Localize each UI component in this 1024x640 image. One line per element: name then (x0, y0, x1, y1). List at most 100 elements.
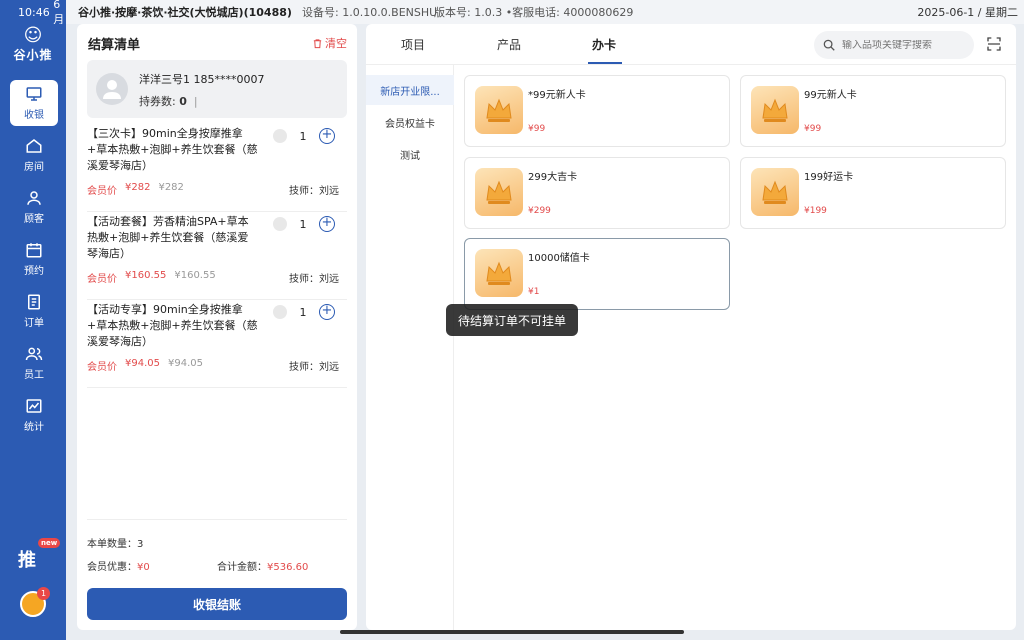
order-item-price: 会员价 ¥160.55 ¥160.55 (87, 270, 216, 285)
toast-message: 待结算订单不可挂单 (446, 304, 578, 336)
sidebar-item-orders[interactable]: 订单 (10, 288, 58, 334)
membership-card[interactable]: 99元新人卡 ¥99 (740, 75, 1006, 147)
order-item-price: 会员价 ¥94.05 ¥94.05 (87, 358, 203, 373)
original-price: ¥94.05 (168, 358, 203, 369)
quantity-value: 1 (299, 305, 307, 319)
sidebar-item-label: 预约 (24, 266, 44, 277)
order-item[interactable]: 【三次卡】90min全身按摩推拿+草本热敷+泡脚+养生饮套餐（慈溪爱琴海店） 1… (87, 126, 347, 212)
sidebar-item-staff[interactable]: 员工 (10, 340, 58, 386)
card-price: ¥299 (528, 206, 551, 216)
minus-icon[interactable] (273, 305, 287, 319)
membership-card[interactable]: 199好运卡 ¥199 (740, 157, 1006, 229)
member-coupons: 持券数: 0 | (139, 95, 198, 108)
plus-icon[interactable]: + (319, 216, 335, 232)
staff-icon (25, 347, 43, 361)
plus-icon[interactable]: + (319, 304, 335, 320)
order-item[interactable]: 【活动套餐】芳香精油SPA+草本热敷+泡脚+养生饮套餐（慈溪爱琴海店） 1 + … (87, 214, 347, 300)
total-amount: 合计金额：¥536.60 (217, 558, 308, 573)
card-price: ¥199 (804, 206, 827, 216)
checkout-pay-button[interactable]: 收银结账 (87, 588, 347, 620)
order-item-price: 会员价 ¥282 ¥282 (87, 182, 184, 197)
sidebar-item-appointments[interactable]: 预约 (10, 236, 58, 282)
status-date: 2025-06-1 / 星期二 (917, 6, 1018, 19)
technician[interactable]: 技师：刘远 (289, 270, 339, 285)
crown-icon (751, 86, 799, 134)
original-price: ¥282 (158, 182, 184, 193)
order-item-name: 【三次卡】90min全身按摩推拿+草本热敷+泡脚+养生饮套餐（慈溪爱琴海店） (87, 127, 258, 172)
tab-services[interactable]: 项目 (401, 36, 425, 53)
technician[interactable]: 技师：刘远 (289, 182, 339, 197)
quantity-value: 1 (299, 129, 307, 143)
crown-icon (475, 249, 523, 297)
sidebar-item-label: 员工 (24, 370, 44, 381)
total-label: 合计金额： (217, 562, 267, 573)
card-name: *99元新人卡 (528, 90, 586, 101)
sidebar-item-label: 统计 (24, 422, 44, 433)
status-time: 10:46 6月 (0, 0, 66, 26)
scan-icon[interactable] (986, 36, 1002, 52)
sidebar-item-customers[interactable]: 顾客 (10, 184, 58, 230)
search-icon (823, 39, 835, 51)
checkout-title: 结算清单 (88, 38, 141, 53)
clear-label: 清空 (325, 37, 347, 50)
member-price-label: 会员价 (87, 362, 117, 373)
total-value: ¥536.60 (267, 562, 309, 573)
search-box[interactable] (814, 31, 974, 59)
membership-card[interactable]: *99元新人卡 ¥99 (464, 75, 730, 147)
minus-icon[interactable] (273, 217, 287, 231)
monitor-icon (26, 87, 42, 101)
home-indicator[interactable] (340, 630, 684, 634)
checkout-panel: 结算清单 清空 洋洋三号1 185****0007 持券数: 0 | 【三次卡】… (77, 24, 357, 630)
sidebar-item-rooms[interactable]: 房间 (10, 132, 58, 178)
minus-icon[interactable] (273, 129, 287, 143)
sidebar-item-label: 收银 (24, 110, 44, 121)
category-item[interactable]: 测试 (366, 139, 454, 169)
coupon-label: 持券数: (139, 95, 176, 108)
card-price: ¥99 (528, 124, 546, 134)
member-price: ¥282 (125, 182, 151, 193)
plus-icon[interactable]: + (319, 128, 335, 144)
tab-cards[interactable]: 办卡 (592, 36, 616, 53)
order-count-label: 本单数量： (87, 539, 137, 550)
category-list: 新店开业限... 会员权益卡 测试 (366, 65, 454, 630)
quantity-stepper: 1 + (273, 304, 335, 320)
logo-text: 谷小推 (13, 48, 53, 62)
device-id: 设备号: 1.0.10.0.BENSHU (302, 6, 438, 19)
sidebar-item-label: 顾客 (24, 214, 44, 225)
discount-label: 会员优惠： (87, 562, 137, 573)
catalog-tabs: 项目 产品 办卡 (366, 24, 1016, 65)
membership-card[interactable]: 10000储值卡 ¥1 (464, 238, 730, 310)
home-icon (26, 139, 42, 153)
technician[interactable]: 技师：刘远 (289, 358, 339, 373)
sidebar-item-label: 房间 (24, 162, 44, 173)
crown-icon (475, 168, 523, 216)
category-item[interactable]: 会员权益卡 (366, 107, 454, 137)
store-name: 谷小推·按摩·茶饮·社交(大悦城店)(10488) (78, 6, 292, 19)
order-item[interactable]: 【活动专享】90min全身按推拿+草本热敷+泡脚+养生饮套餐（慈溪爱琴海店） 1… (87, 302, 347, 388)
crown-icon (475, 86, 523, 134)
category-item[interactable]: 新店开业限... (366, 75, 454, 105)
user-icon (27, 191, 41, 205)
member-name: 洋洋三号1 185****0007 (139, 73, 265, 86)
document-icon (28, 294, 40, 310)
quantity-value: 1 (299, 217, 307, 231)
user-avatar[interactable]: 1 (20, 587, 50, 617)
crown-icon (751, 168, 799, 216)
tab-products[interactable]: 产品 (497, 36, 521, 53)
search-input[interactable] (842, 39, 962, 51)
membership-card[interactable]: 299大吉卡 ¥299 (464, 157, 730, 229)
promo-icon[interactable]: 推 new (18, 538, 61, 574)
active-tab-indicator (588, 62, 622, 64)
quantity-stepper: 1 + (273, 128, 335, 144)
sidebar-item-cashier[interactable]: 收银 (10, 80, 58, 126)
clear-button[interactable]: 清空 (312, 35, 347, 51)
member-avatar-icon (96, 73, 128, 105)
calendar-icon (26, 243, 42, 258)
original-price: ¥160.55 (174, 270, 216, 281)
trash-icon (313, 38, 322, 48)
card-price: ¥99 (804, 124, 822, 134)
member-price: ¥160.55 (125, 270, 167, 281)
member-card[interactable]: 洋洋三号1 185****0007 持券数: 0 | (87, 60, 347, 118)
order-item-name: 【活动专享】90min全身按推拿+草本热敷+泡脚+养生饮套餐（慈溪爱琴海店） (87, 303, 258, 348)
sidebar-item-stats[interactable]: 统计 (10, 392, 58, 438)
